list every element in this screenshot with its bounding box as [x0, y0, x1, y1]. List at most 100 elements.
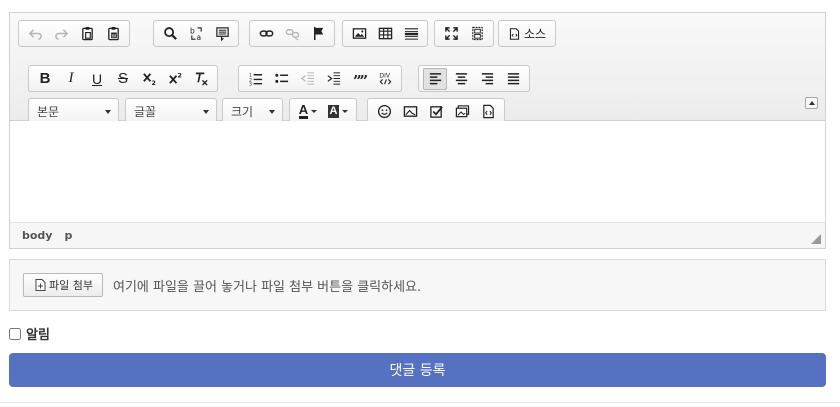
chevron-down-icon	[311, 110, 318, 113]
maximize-icon	[444, 27, 458, 40]
paste-word-icon: W	[107, 26, 119, 41]
link-button[interactable]	[254, 23, 278, 45]
image-button[interactable]	[347, 23, 371, 45]
align-left-icon	[429, 73, 441, 85]
numbered-list-button[interactable]: 123	[243, 68, 267, 90]
format-combo-label: 본문	[37, 105, 60, 119]
chevron-down-icon	[342, 110, 349, 113]
numbered-list-icon: 123	[248, 73, 262, 86]
emoji-icon	[377, 104, 391, 119]
checkbox-button[interactable]	[424, 101, 448, 123]
file-upload-area[interactable]: 파일 첨부 여기에 파일을 끌어 놓거나 파일 첨부 버튼을 클릭하세요.	[9, 259, 826, 311]
bold-button[interactable]: B	[33, 68, 57, 90]
div-icon: DIV	[379, 73, 391, 85]
source-button-label: 소스	[524, 27, 547, 41]
strike-button[interactable]: S	[111, 68, 135, 90]
svg-text:2: 2	[177, 72, 182, 80]
paste-button[interactable]	[75, 23, 99, 45]
resize-handle-icon[interactable]	[811, 234, 821, 244]
outdent-button[interactable]	[295, 68, 319, 90]
editor-content-area[interactable]	[10, 121, 825, 222]
div-button[interactable]: DIV	[373, 68, 397, 90]
image-icon	[352, 28, 366, 39]
basicstyles-group: B I U S 2 2	[28, 65, 218, 92]
indent-button[interactable]	[321, 68, 345, 90]
bold-icon: B	[39, 70, 51, 87]
underline-button[interactable]: U	[85, 68, 109, 90]
upload-hint-text: 여기에 파일을 끌어 놓거나 파일 첨부 버튼을 클릭하세요.	[112, 279, 422, 295]
chevron-down-icon	[105, 110, 111, 114]
bg-color-button[interactable]: A	[324, 101, 352, 123]
horizontal-rule-button[interactable]	[399, 23, 423, 45]
unlink-button[interactable]	[280, 23, 304, 45]
notify-option[interactable]: 알림	[9, 324, 50, 343]
insert-image-button[interactable]	[398, 101, 422, 123]
media-icon	[455, 105, 469, 118]
find-button[interactable]	[158, 23, 182, 45]
path-item-p[interactable]: p	[64, 229, 72, 242]
underline-icon: U	[91, 70, 103, 87]
align-left-button[interactable]	[423, 67, 447, 90]
replace-button[interactable]: ba	[184, 23, 208, 45]
undo-button[interactable]	[23, 23, 47, 45]
table-icon	[378, 27, 392, 40]
font-combo-label: 글꼴	[134, 105, 157, 119]
align-justify-button[interactable]	[501, 68, 525, 90]
size-combo-label: 크기	[231, 105, 254, 119]
source-file-icon	[509, 27, 520, 40]
path-item-body[interactable]: body	[22, 229, 52, 242]
paste-icon	[81, 26, 93, 41]
blockquote-button[interactable]: ””	[347, 68, 371, 90]
table-button[interactable]	[373, 23, 397, 45]
svg-text:2: 2	[151, 79, 156, 86]
undo-icon	[28, 29, 42, 40]
notify-checkbox[interactable]	[9, 327, 21, 340]
strikethrough-icon: S	[117, 70, 128, 87]
unlink-icon	[285, 29, 299, 41]
rich-text-editor: W ba 소스 B I U S 2 2 1 2 3 ” DIV 본문 글꼴 크기…	[9, 12, 826, 249]
find-group: ba	[153, 20, 239, 47]
show-blocks-button[interactable]	[465, 23, 489, 45]
chevron-down-icon	[269, 110, 275, 114]
notify-label: 알림	[26, 328, 50, 343]
superscript-icon: 2	[168, 72, 182, 84]
insert-image-icon	[403, 106, 417, 117]
divider	[0, 402, 840, 403]
maximize-button[interactable]	[439, 23, 463, 45]
text-color-button[interactable]: A	[294, 101, 322, 123]
superscript-button[interactable]: 2	[163, 68, 187, 90]
svg-text:b: b	[189, 27, 194, 36]
horizontal-rule-icon	[404, 28, 418, 40]
remove-format-button[interactable]	[189, 68, 213, 90]
align-center-button[interactable]	[449, 68, 473, 90]
svg-text:”: ”	[359, 72, 367, 86]
insert-group	[342, 20, 428, 47]
italic-button[interactable]: I	[59, 68, 83, 90]
remove-format-icon	[195, 72, 208, 86]
emoji-button[interactable]	[372, 101, 396, 123]
toolbar-collapse-button[interactable]	[805, 97, 818, 109]
select-all-button[interactable]	[210, 23, 234, 45]
blockquote-icon: ””	[352, 72, 367, 86]
background-color-icon: A	[327, 105, 340, 118]
svg-text:DIV: DIV	[379, 73, 390, 80]
indent-icon	[327, 72, 340, 85]
redo-button[interactable]	[49, 23, 73, 45]
view-group	[434, 20, 494, 47]
subscript-button[interactable]: 2	[137, 68, 161, 90]
paste-word-button[interactable]: W	[101, 23, 125, 45]
submit-comment-button[interactable]: 댓글 등록	[9, 353, 826, 387]
bulleted-list-button[interactable]	[269, 68, 293, 90]
html-file-icon	[482, 104, 494, 119]
anchor-button[interactable]	[306, 23, 330, 45]
element-path-bar: body p	[10, 222, 825, 248]
select-all-icon	[215, 27, 229, 41]
show-blocks-icon	[471, 26, 483, 41]
attach-file-button[interactable]: 파일 첨부	[23, 273, 103, 297]
link-group	[249, 20, 335, 47]
chevron-down-icon	[203, 110, 209, 114]
source-button[interactable]: 소스	[503, 23, 551, 45]
html-file-button[interactable]	[476, 101, 500, 123]
align-right-button[interactable]	[475, 68, 499, 90]
media-button[interactable]	[450, 101, 474, 123]
